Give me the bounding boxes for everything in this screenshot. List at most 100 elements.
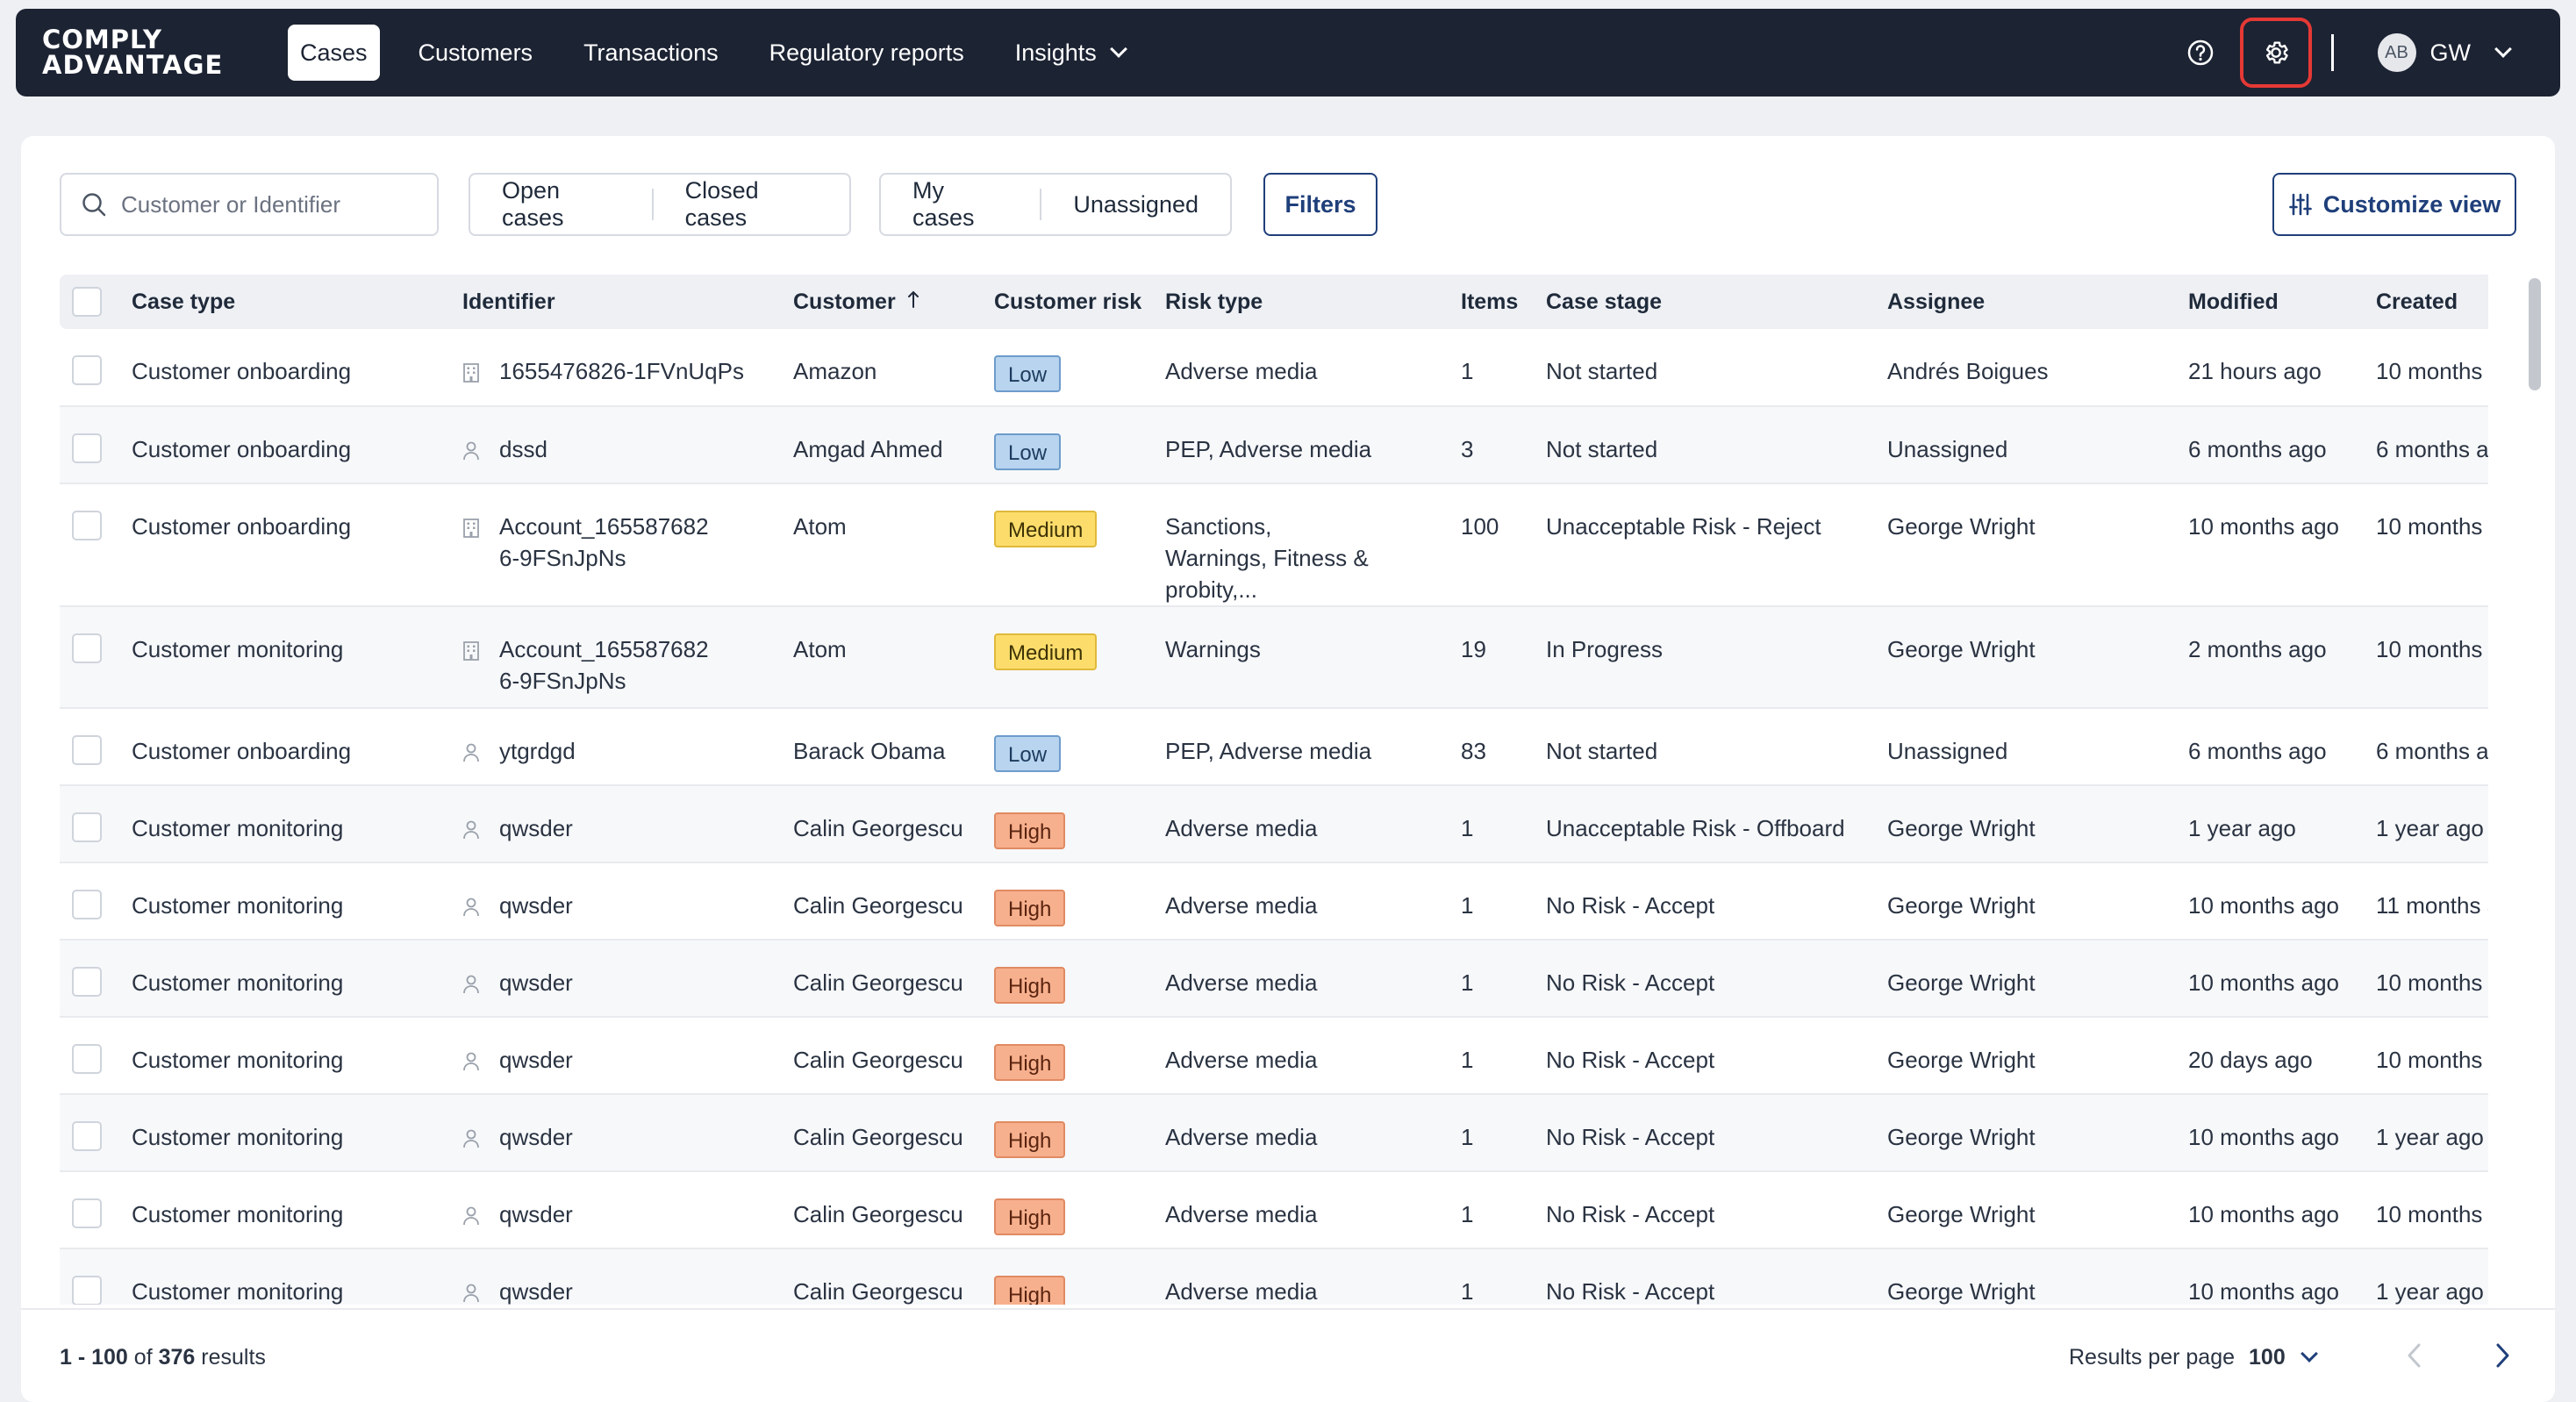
unassigned-option[interactable]: Unassigned [1040, 189, 1230, 220]
row-checkbox[interactable] [72, 735, 102, 765]
table-scrollbar[interactable] [2529, 278, 2541, 390]
table-row[interactable]: Customer monitoring qwsder Calin Georgescu… [60, 785, 2488, 863]
help-button[interactable] [2165, 18, 2236, 88]
filters-button[interactable]: Filters [1263, 173, 1377, 236]
row-checkbox[interactable] [72, 967, 102, 997]
nav-insights[interactable]: Insights [1003, 25, 1137, 81]
person-icon [462, 1203, 480, 1234]
cell-case-type: Customer monitoring [132, 1248, 462, 1305]
customize-view-button[interactable]: Customize view [2272, 173, 2516, 236]
cell-case-type: Customer onboarding [132, 708, 462, 786]
cell-modified: 10 months ago [2188, 483, 2376, 607]
identifier-text: Account_1655876826-9FSnJpNs [499, 513, 709, 571]
table-row[interactable]: Customer monitoring qwsder Calin Georgescu… [60, 940, 2488, 1018]
cell-case-type: Customer monitoring [132, 1094, 462, 1172]
table-row[interactable]: Customer onboarding Account_1655876826-9F… [60, 483, 2488, 607]
search-input[interactable] [121, 190, 402, 218]
row-checkbox[interactable] [72, 1121, 102, 1151]
table-footer: 1 - 100 of 376 results Results per page … [21, 1308, 2555, 1402]
row-checkbox[interactable] [72, 812, 102, 842]
cell-modified: 10 months ago [2188, 1171, 2376, 1249]
table-row[interactable]: Customer monitoring qwsder Calin Georgescu… [60, 1017, 2488, 1095]
cell-customer-risk: High [994, 1017, 1165, 1095]
nav-transactions[interactable]: Transactions [571, 25, 731, 81]
row-checkbox[interactable] [72, 511, 102, 540]
row-checkbox[interactable] [72, 1044, 102, 1074]
column-header-case-type[interactable]: Case type [132, 275, 462, 329]
closed-cases-option[interactable]: Closed cases [651, 177, 849, 231]
cell-identifier: 1655476826-1FVnUqPs [462, 329, 793, 407]
logo-line-1: COMPLY [42, 25, 163, 54]
cell-customer: Calin Georgescu [793, 1248, 994, 1305]
cell-identifier: qwsder [462, 1017, 793, 1095]
results-per-page[interactable]: Results per page 100 [2069, 1344, 2318, 1370]
table-row[interactable]: Customer monitoring qwsder Calin Georgescu… [60, 1248, 2488, 1305]
cell-case-type: Customer monitoring [132, 940, 462, 1018]
cell-assignee: George Wright [1887, 1171, 2188, 1249]
column-header-customer-risk[interactable]: Customer risk [994, 275, 1165, 329]
previous-page-button[interactable] [2397, 1338, 2432, 1373]
open-cases-option[interactable]: Open cases [470, 177, 652, 231]
cell-customer-risk: High [994, 940, 1165, 1018]
cases-toolbar: Open cases Closed cases My cases Unassig… [60, 173, 2516, 236]
table-row[interactable]: Customer onboarding ytgrdgd Barack Obama Lo… [60, 708, 2488, 786]
select-all-checkbox[interactable] [72, 287, 102, 317]
column-header-modified[interactable]: Modified [2188, 275, 2376, 329]
risk-badge: Low [994, 355, 1062, 392]
cell-modified: 10 months ago [2188, 1094, 2376, 1172]
row-checkbox[interactable] [72, 633, 102, 663]
nav-customers[interactable]: Customers [406, 25, 546, 81]
risk-type-text: Adverse media [1165, 1201, 1318, 1227]
row-checkbox[interactable] [72, 1198, 102, 1228]
table-row[interactable]: Customer monitoring qwsder Calin Georgescu… [60, 1171, 2488, 1249]
column-header-case-stage[interactable]: Case stage [1546, 275, 1887, 329]
table-row[interactable]: Customer onboarding 1655476826-1FVnUqPs Am… [60, 329, 2488, 407]
cell-items: 1 [1461, 1248, 1546, 1305]
column-header-risk-type[interactable]: Risk type [1165, 275, 1461, 329]
settings-button[interactable] [2239, 18, 2312, 88]
cell-case-type: Customer monitoring [132, 862, 462, 941]
cell-assignee: George Wright [1887, 1248, 2188, 1305]
risk-badge: High [994, 1276, 1066, 1305]
cell-modified: 1 year ago [2188, 785, 2376, 863]
risk-badge: High [994, 1198, 1066, 1235]
chevron-left-icon [2408, 1343, 2421, 1368]
column-header-assignee[interactable]: Assignee [1887, 275, 2188, 329]
my-cases-option[interactable]: My cases [881, 177, 1040, 231]
table-row[interactable]: Customer monitoring Account_1655876826-9F… [60, 606, 2488, 709]
row-checkbox[interactable] [72, 433, 102, 463]
cell-created: 10 months ago [2376, 606, 2488, 709]
comply-advantage-logo[interactable]: COMPLY ADVANTAGE [42, 27, 244, 78]
cell-customer: Barack Obama [793, 708, 994, 786]
table-row[interactable]: Customer monitoring qwsder Calin Georgescu… [60, 1094, 2488, 1172]
column-header-created[interactable]: Created [2376, 275, 2488, 329]
risk-badge: High [994, 967, 1066, 1004]
nav-regulatory-reports[interactable]: Regulatory reports [757, 25, 977, 81]
row-checkbox[interactable] [72, 890, 102, 919]
search-box[interactable] [60, 173, 439, 236]
column-header-customer[interactable]: Customer [793, 275, 994, 329]
nav-cases[interactable]: Cases [288, 25, 380, 81]
table-body: Customer onboarding 1655476826-1FVnUqPs Am… [60, 329, 2488, 1305]
risk-badge: High [994, 812, 1066, 849]
cell-modified: 6 months ago [2188, 708, 2376, 786]
column-header-items[interactable]: Items [1461, 275, 1546, 329]
user-initials[interactable]: GW [2430, 39, 2472, 67]
identifier-text: ytgrdgd [499, 738, 576, 764]
table-row[interactable]: Customer monitoring qwsder Calin Georgescu… [60, 862, 2488, 941]
cell-customer: Amgad Ahmed [793, 406, 994, 484]
row-checkbox[interactable] [72, 355, 102, 385]
user-menu-chevron-down-icon[interactable] [2494, 40, 2512, 58]
cell-customer: Calin Georgescu [793, 1094, 994, 1172]
risk-type-text: PEP, Adverse media [1165, 738, 1372, 764]
avatar[interactable]: AB [2377, 33, 2416, 72]
cell-customer-risk: High [994, 1094, 1165, 1172]
results-range: 1 - 100 [60, 1345, 128, 1370]
cell-identifier: ytgrdgd [462, 708, 793, 786]
person-icon [462, 971, 480, 1003]
next-page-button[interactable] [2485, 1338, 2520, 1373]
column-header-identifier[interactable]: Identifier [462, 275, 793, 329]
table-row[interactable]: Customer onboarding dssd Amgad Ahmed Low PEP… [60, 406, 2488, 484]
row-checkbox[interactable] [72, 1276, 102, 1305]
cell-items: 83 [1461, 708, 1546, 786]
